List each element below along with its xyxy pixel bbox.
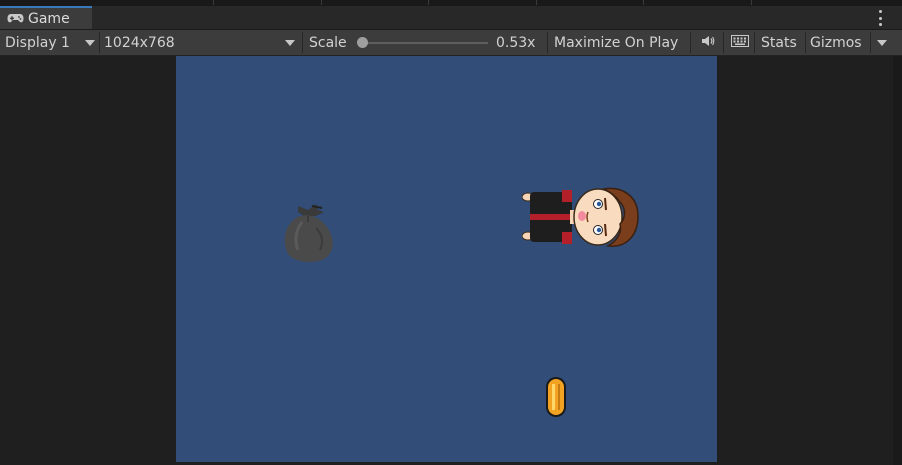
tab-game-label: Game bbox=[28, 10, 70, 27]
gamepad-icon bbox=[7, 13, 24, 24]
scale-value: 0.53x bbox=[496, 34, 536, 51]
stats-toggle[interactable]: Stats bbox=[761, 30, 797, 55]
panel-edge bbox=[893, 56, 902, 465]
shortcuts-toggle[interactable] bbox=[729, 30, 751, 55]
tab-bar: Game bbox=[0, 6, 902, 30]
scale-slider-thumb[interactable] bbox=[357, 37, 368, 48]
chevron-down-icon bbox=[285, 40, 295, 46]
trash-bag-sprite bbox=[284, 204, 333, 262]
display-dropdown-label: Display 1 bbox=[5, 34, 70, 51]
gizmos-toggle[interactable]: Gizmos bbox=[810, 30, 862, 55]
scale-label: Scale bbox=[309, 34, 347, 51]
game-view-toolbar: Display 1 1024x768 Scale 0.53x Maximize … bbox=[0, 30, 902, 56]
keyboard-icon bbox=[731, 34, 749, 51]
chevron-down-icon bbox=[85, 40, 95, 46]
game-viewport[interactable] bbox=[176, 56, 717, 462]
display-dropdown[interactable]: Display 1 bbox=[5, 30, 97, 55]
speaker-icon bbox=[701, 35, 715, 51]
resolution-dropdown[interactable]: 1024x768 bbox=[104, 30, 298, 55]
maximize-on-play-toggle[interactable]: Maximize On Play bbox=[554, 30, 678, 55]
scale-slider-track[interactable] bbox=[362, 42, 488, 44]
unity-game-view: Game Display 1 1024x768 Scale 0.53x Maxi… bbox=[0, 0, 902, 465]
more-options-icon[interactable] bbox=[876, 10, 884, 26]
player-boy-sprite bbox=[522, 187, 639, 247]
gizmos-dropdown-chevron-icon[interactable] bbox=[877, 40, 887, 46]
resolution-dropdown-label: 1024x768 bbox=[104, 34, 175, 51]
tab-game[interactable]: Game bbox=[0, 6, 92, 29]
mute-audio-toggle[interactable] bbox=[697, 30, 719, 55]
coin-sprite bbox=[546, 377, 566, 417]
